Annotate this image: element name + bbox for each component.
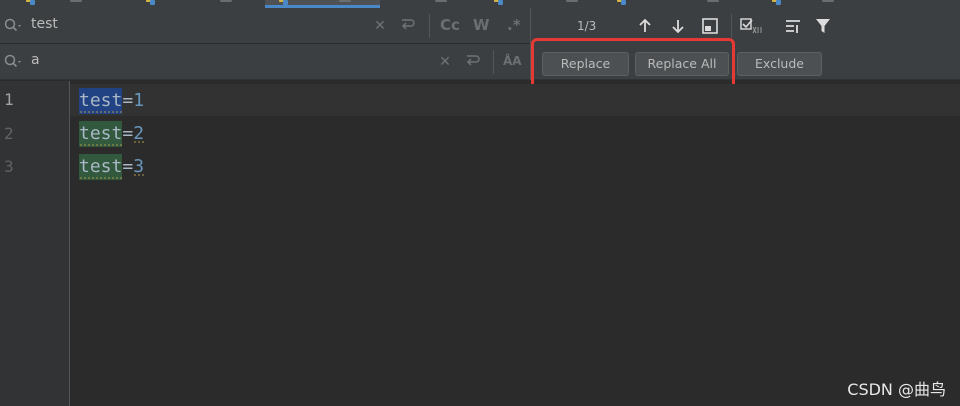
clear-search-icon[interactable]: ✕ xyxy=(371,16,389,36)
prev-occurrence-icon[interactable] xyxy=(636,17,654,35)
current-match: test xyxy=(79,88,123,114)
python-file-icon xyxy=(772,0,782,5)
replace-row: a ✕ ÅA Replace Replace All Exclude xyxy=(0,44,960,80)
match-case-toggle[interactable]: Cc xyxy=(440,16,460,34)
operator: = xyxy=(122,123,134,144)
select-all-occurrences-icon[interactable] xyxy=(740,17,764,35)
operator: = xyxy=(122,156,134,177)
number-literal: 3 xyxy=(133,156,145,177)
code-line[interactable]: test =1 xyxy=(79,88,144,114)
search-row: test ✕ Cc W .* 1/3 xyxy=(0,8,960,44)
toolbar-separator xyxy=(493,50,494,74)
editor-tab[interactable] xyxy=(10,0,90,8)
python-file-icon xyxy=(494,0,504,5)
editor-tab[interactable] xyxy=(770,0,860,8)
annotation-highlight-box xyxy=(531,38,735,89)
editor-tab-strip xyxy=(0,0,960,8)
editor-tab[interactable] xyxy=(490,0,600,8)
editor-tab-active[interactable] xyxy=(265,0,380,8)
line-number: 1 xyxy=(4,90,14,109)
editor-tab[interactable] xyxy=(130,0,250,8)
number-literal: 2 xyxy=(133,123,145,144)
toolbar-separator xyxy=(429,14,430,38)
operator: = xyxy=(122,90,134,111)
regex-toggle[interactable]: .* xyxy=(507,16,521,34)
line-number-gutter: 1 2 3 xyxy=(0,81,70,406)
toolbar-separator xyxy=(731,14,732,38)
python-file-icon xyxy=(617,0,627,5)
search-match: test xyxy=(79,121,123,147)
toolbar-separator xyxy=(530,8,531,44)
watermark: CSDN @曲鸟 xyxy=(847,380,946,399)
newline-icon[interactable] xyxy=(398,16,418,38)
code-line[interactable]: test =2 xyxy=(79,121,145,147)
newline-icon[interactable] xyxy=(463,52,483,74)
find-in-selection-icon[interactable] xyxy=(701,17,719,35)
ide-window: test ✕ Cc W .* 1/3 a ✕ ÅA Replace Replac… xyxy=(0,0,960,406)
replace-input[interactable]: a xyxy=(31,52,40,68)
line-number: 2 xyxy=(4,124,14,143)
code-line[interactable]: test =3 xyxy=(79,154,145,180)
search-options-icon[interactable] xyxy=(784,17,802,35)
exclude-button[interactable]: Exclude xyxy=(737,52,822,76)
preserve-case-toggle[interactable]: ÅA xyxy=(503,54,522,68)
match-counter: 1/3 xyxy=(577,19,597,33)
editor-tab[interactable] xyxy=(615,0,735,8)
filter-icon[interactable] xyxy=(814,17,832,35)
clear-replace-icon[interactable]: ✕ xyxy=(436,52,454,72)
next-occurrence-icon[interactable] xyxy=(669,17,687,35)
replace-history-icon[interactable] xyxy=(4,54,24,70)
line-number: 3 xyxy=(4,157,14,176)
editor-tab[interactable] xyxy=(395,0,495,8)
find-replace-panel: test ✕ Cc W .* 1/3 a ✕ ÅA Replace Replac… xyxy=(0,8,960,80)
python-file-icon xyxy=(26,0,36,5)
search-match: test xyxy=(79,154,123,180)
python-file-icon xyxy=(146,0,156,5)
words-toggle[interactable]: W xyxy=(473,16,490,34)
search-input[interactable]: test xyxy=(31,16,58,32)
number-literal: 1 xyxy=(133,90,145,111)
search-history-icon[interactable] xyxy=(4,18,24,34)
